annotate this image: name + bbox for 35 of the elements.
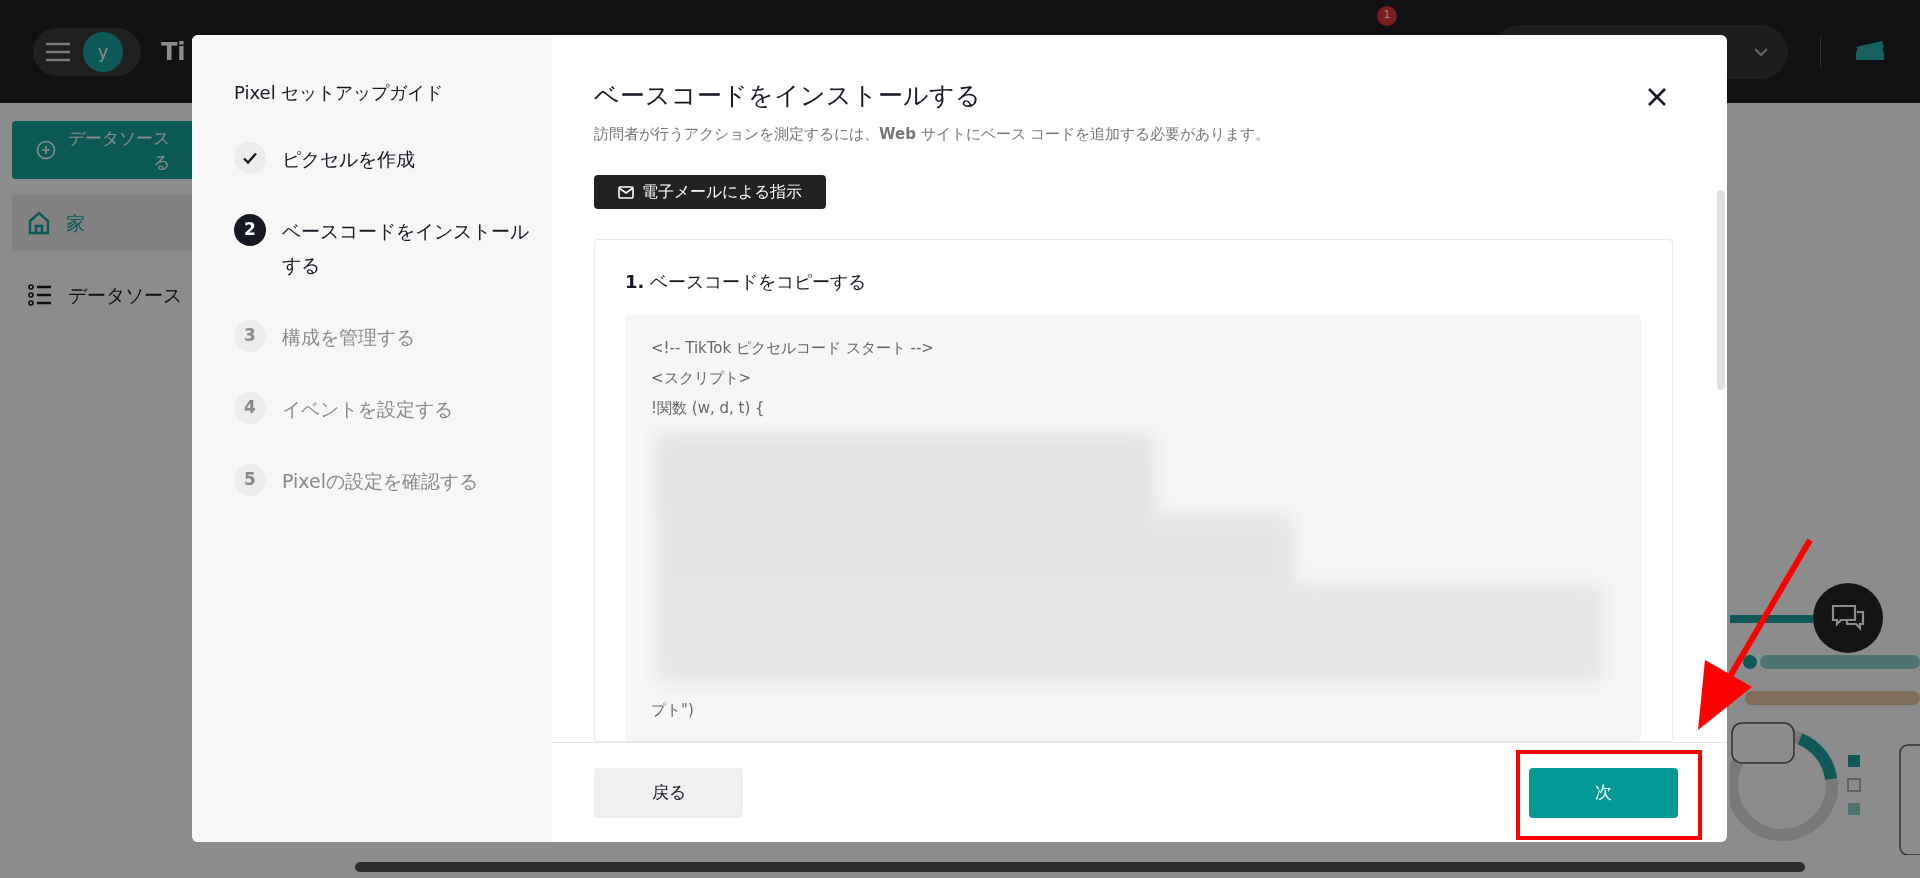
code-line: !関数 (w, d, t) { — [651, 398, 766, 419]
home-icon — [28, 211, 50, 235]
step-number: 4 — [234, 392, 266, 424]
menu-button[interactable]: y — [33, 27, 141, 76]
step-number: 2 — [234, 214, 266, 246]
step-number: 3 — [234, 320, 266, 352]
chevron-down-icon — [1754, 46, 1768, 57]
code-line: プト") — [651, 700, 695, 721]
sidebar-item[interactable]: データソース — [12, 267, 200, 323]
code-line: <スクリプト> — [651, 368, 753, 389]
menu-icon — [45, 41, 71, 62]
section-title: 1. ベースコードをコピーする — [625, 271, 867, 292]
dialog-title: ベースコードをインストールする — [594, 80, 981, 112]
brand-name: Ti — [161, 36, 186, 68]
list-icon — [28, 284, 52, 306]
code-line: <!-- TikTok ピクセルコード スタート --> — [651, 338, 935, 359]
email-instructions-button[interactable]: 電子メールによる指示 — [594, 175, 826, 209]
notification-badge: 1 — [1377, 5, 1397, 26]
chat-icon — [1831, 604, 1865, 632]
plus-circle-icon — [36, 140, 56, 160]
step-label: イベントを設定する — [282, 397, 454, 422]
dialog-description: 訪問者が行うアクションを測定するには、Web サイトにベース コードを追加する必要があります。 — [594, 123, 1272, 145]
next-button[interactable]: 次 — [1529, 767, 1678, 818]
step-label: Pixelの設定を確認する — [282, 469, 479, 494]
guide-title: Pixel セットアップガイド — [234, 81, 445, 105]
avatar: y — [83, 31, 123, 72]
step-label: ピクセルを作成 — [282, 147, 416, 172]
step-label: ベースコードをインストールする — [282, 219, 530, 278]
step-label: 構成を管理する — [282, 325, 416, 350]
horizontal-scrollbar[interactable] — [355, 862, 1805, 872]
close-icon — [1646, 86, 1668, 108]
back-button[interactable]: 戻る — [594, 767, 743, 818]
mail-icon — [618, 185, 634, 199]
scrollbar-thumb[interactable] — [1717, 190, 1725, 390]
step-number: 5 — [234, 464, 266, 496]
